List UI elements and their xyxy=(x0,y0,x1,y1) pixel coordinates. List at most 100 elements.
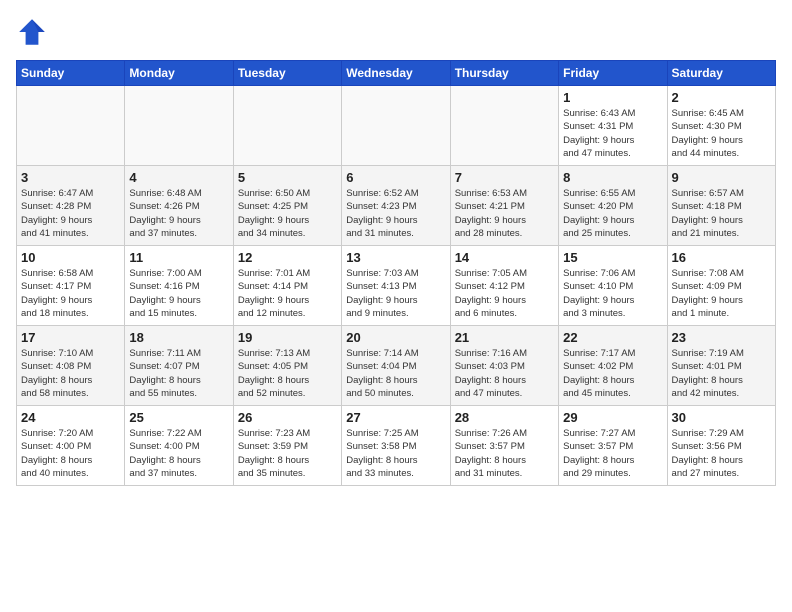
day-number: 27 xyxy=(346,410,445,425)
calendar-table: SundayMondayTuesdayWednesdayThursdayFrid… xyxy=(16,60,776,486)
day-info: Sunrise: 7:05 AM Sunset: 4:12 PM Dayligh… xyxy=(455,267,554,320)
day-number: 24 xyxy=(21,410,120,425)
calendar-cell: 23 Sunrise: 7:19 AM Sunset: 4:01 PM Dayli… xyxy=(667,326,775,406)
calendar-cell xyxy=(450,86,558,166)
calendar-cell xyxy=(342,86,450,166)
day-number: 1 xyxy=(563,90,662,105)
calendar-cell: 28Sunrise: 7:26 AM Sunset: 3:57 PM Dayli… xyxy=(450,406,558,486)
calendar-header-row: SundayMondayTuesdayWednesdayThursdayFrid… xyxy=(17,61,776,86)
day-info: Sunrise: 7:29 AM Sunset: 3:56 PM Dayligh… xyxy=(672,427,771,480)
day-number: 5 xyxy=(238,170,337,185)
weekday-header: Monday xyxy=(125,61,233,86)
weekday-header: Wednesday xyxy=(342,61,450,86)
day-number: 14 xyxy=(455,250,554,265)
day-info: Sunrise: 7:10 AM Sunset: 4:08 PM Dayligh… xyxy=(21,347,120,400)
calendar-cell: 19 Sunrise: 7:13 AM Sunset: 4:05 PM Dayli… xyxy=(233,326,341,406)
calendar-row: 10Sunrise: 6:58 AM Sunset: 4:17 PM Dayli… xyxy=(17,246,776,326)
calendar-cell: 9 Sunrise: 6:57 AM Sunset: 4:18 PM Daylig… xyxy=(667,166,775,246)
logo xyxy=(16,16,52,48)
day-info: Sunrise: 7:00 AM Sunset: 4:16 PM Dayligh… xyxy=(129,267,228,320)
calendar-cell: 22 Sunrise: 7:17 AM Sunset: 4:02 PM Dayli… xyxy=(559,326,667,406)
calendar-cell: 6Sunrise: 6:52 AM Sunset: 4:23 PM Daylig… xyxy=(342,166,450,246)
day-number: 17 xyxy=(21,330,120,345)
calendar-cell: 1 Sunrise: 6:43 AM Sunset: 4:31 PM Daylig… xyxy=(559,86,667,166)
day-number: 30 xyxy=(672,410,771,425)
weekday-header: Saturday xyxy=(667,61,775,86)
day-info: Sunrise: 7:20 AM Sunset: 4:00 PM Dayligh… xyxy=(21,427,120,480)
day-number: 23 xyxy=(672,330,771,345)
day-number: 22 xyxy=(563,330,662,345)
day-number: 3 xyxy=(21,170,120,185)
calendar-cell: 24 Sunrise: 7:20 AM Sunset: 4:00 PM Dayli… xyxy=(17,406,125,486)
day-number: 19 xyxy=(238,330,337,345)
day-number: 9 xyxy=(672,170,771,185)
calendar-cell xyxy=(17,86,125,166)
day-info: Sunrise: 6:58 AM Sunset: 4:17 PM Dayligh… xyxy=(21,267,120,320)
day-info: Sunrise: 7:19 AM Sunset: 4:01 PM Dayligh… xyxy=(672,347,771,400)
day-info: Sunrise: 6:48 AM Sunset: 4:26 PM Dayligh… xyxy=(129,187,228,240)
weekday-header: Thursday xyxy=(450,61,558,86)
calendar-cell: 2Sunrise: 6:45 AM Sunset: 4:30 PM Daylig… xyxy=(667,86,775,166)
day-number: 12 xyxy=(238,250,337,265)
calendar-row: 1 Sunrise: 6:43 AM Sunset: 4:31 PM Daylig… xyxy=(17,86,776,166)
day-number: 15 xyxy=(563,250,662,265)
weekday-header: Tuesday xyxy=(233,61,341,86)
calendar-row: 17 Sunrise: 7:10 AM Sunset: 4:08 PM Dayli… xyxy=(17,326,776,406)
day-number: 11 xyxy=(129,250,228,265)
calendar-cell: 20Sunrise: 7:14 AM Sunset: 4:04 PM Dayli… xyxy=(342,326,450,406)
day-info: Sunrise: 6:52 AM Sunset: 4:23 PM Dayligh… xyxy=(346,187,445,240)
day-info: Sunrise: 6:50 AM Sunset: 4:25 PM Dayligh… xyxy=(238,187,337,240)
logo-icon xyxy=(16,16,48,48)
day-info: Sunrise: 7:01 AM Sunset: 4:14 PM Dayligh… xyxy=(238,267,337,320)
day-info: Sunrise: 7:06 AM Sunset: 4:10 PM Dayligh… xyxy=(563,267,662,320)
calendar-cell: 10Sunrise: 6:58 AM Sunset: 4:17 PM Dayli… xyxy=(17,246,125,326)
weekday-header: Sunday xyxy=(17,61,125,86)
calendar-cell: 8 Sunrise: 6:55 AM Sunset: 4:20 PM Daylig… xyxy=(559,166,667,246)
day-number: 4 xyxy=(129,170,228,185)
calendar-cell: 29Sunrise: 7:27 AM Sunset: 3:57 PM Dayli… xyxy=(559,406,667,486)
day-info: Sunrise: 7:14 AM Sunset: 4:04 PM Dayligh… xyxy=(346,347,445,400)
day-info: Sunrise: 7:08 AM Sunset: 4:09 PM Dayligh… xyxy=(672,267,771,320)
calendar-cell: 12 Sunrise: 7:01 AM Sunset: 4:14 PM Dayli… xyxy=(233,246,341,326)
calendar-cell: 3Sunrise: 6:47 AM Sunset: 4:28 PM Daylig… xyxy=(17,166,125,246)
calendar-row: 3Sunrise: 6:47 AM Sunset: 4:28 PM Daylig… xyxy=(17,166,776,246)
day-info: Sunrise: 7:17 AM Sunset: 4:02 PM Dayligh… xyxy=(563,347,662,400)
day-number: 18 xyxy=(129,330,228,345)
day-info: Sunrise: 7:25 AM Sunset: 3:58 PM Dayligh… xyxy=(346,427,445,480)
calendar-row: 24 Sunrise: 7:20 AM Sunset: 4:00 PM Dayli… xyxy=(17,406,776,486)
day-info: Sunrise: 7:16 AM Sunset: 4:03 PM Dayligh… xyxy=(455,347,554,400)
day-number: 13 xyxy=(346,250,445,265)
calendar-cell: 30 Sunrise: 7:29 AM Sunset: 3:56 PM Dayli… xyxy=(667,406,775,486)
calendar-cell xyxy=(125,86,233,166)
calendar-cell: 4 Sunrise: 6:48 AM Sunset: 4:26 PM Daylig… xyxy=(125,166,233,246)
calendar-cell: 13 Sunrise: 7:03 AM Sunset: 4:13 PM Dayli… xyxy=(342,246,450,326)
calendar-cell: 25 Sunrise: 7:22 AM Sunset: 4:00 PM Dayli… xyxy=(125,406,233,486)
day-info: Sunrise: 6:53 AM Sunset: 4:21 PM Dayligh… xyxy=(455,187,554,240)
day-number: 8 xyxy=(563,170,662,185)
day-info: Sunrise: 7:23 AM Sunset: 3:59 PM Dayligh… xyxy=(238,427,337,480)
calendar-cell: 18 Sunrise: 7:11 AM Sunset: 4:07 PM Dayli… xyxy=(125,326,233,406)
calendar-cell: 27 Sunrise: 7:25 AM Sunset: 3:58 PM Dayli… xyxy=(342,406,450,486)
calendar-cell: 5 Sunrise: 6:50 AM Sunset: 4:25 PM Daylig… xyxy=(233,166,341,246)
day-number: 21 xyxy=(455,330,554,345)
day-info: Sunrise: 7:26 AM Sunset: 3:57 PM Dayligh… xyxy=(455,427,554,480)
calendar-cell xyxy=(233,86,341,166)
calendar-cell: 11 Sunrise: 7:00 AM Sunset: 4:16 PM Dayli… xyxy=(125,246,233,326)
day-info: Sunrise: 7:03 AM Sunset: 4:13 PM Dayligh… xyxy=(346,267,445,320)
day-info: Sunrise: 6:43 AM Sunset: 4:31 PM Dayligh… xyxy=(563,107,662,160)
day-info: Sunrise: 6:55 AM Sunset: 4:20 PM Dayligh… xyxy=(563,187,662,240)
day-number: 16 xyxy=(672,250,771,265)
calendar-cell: 7Sunrise: 6:53 AM Sunset: 4:21 PM Daylig… xyxy=(450,166,558,246)
calendar-cell: 21 Sunrise: 7:16 AM Sunset: 4:03 PM Dayli… xyxy=(450,326,558,406)
day-info: Sunrise: 7:11 AM Sunset: 4:07 PM Dayligh… xyxy=(129,347,228,400)
day-number: 2 xyxy=(672,90,771,105)
calendar-cell: 16 Sunrise: 7:08 AM Sunset: 4:09 PM Dayli… xyxy=(667,246,775,326)
day-info: Sunrise: 7:22 AM Sunset: 4:00 PM Dayligh… xyxy=(129,427,228,480)
day-info: Sunrise: 7:13 AM Sunset: 4:05 PM Dayligh… xyxy=(238,347,337,400)
page-header xyxy=(16,16,776,48)
weekday-header: Friday xyxy=(559,61,667,86)
day-info: Sunrise: 6:57 AM Sunset: 4:18 PM Dayligh… xyxy=(672,187,771,240)
calendar-cell: 26Sunrise: 7:23 AM Sunset: 3:59 PM Dayli… xyxy=(233,406,341,486)
day-number: 25 xyxy=(129,410,228,425)
calendar-cell: 17 Sunrise: 7:10 AM Sunset: 4:08 PM Dayli… xyxy=(17,326,125,406)
